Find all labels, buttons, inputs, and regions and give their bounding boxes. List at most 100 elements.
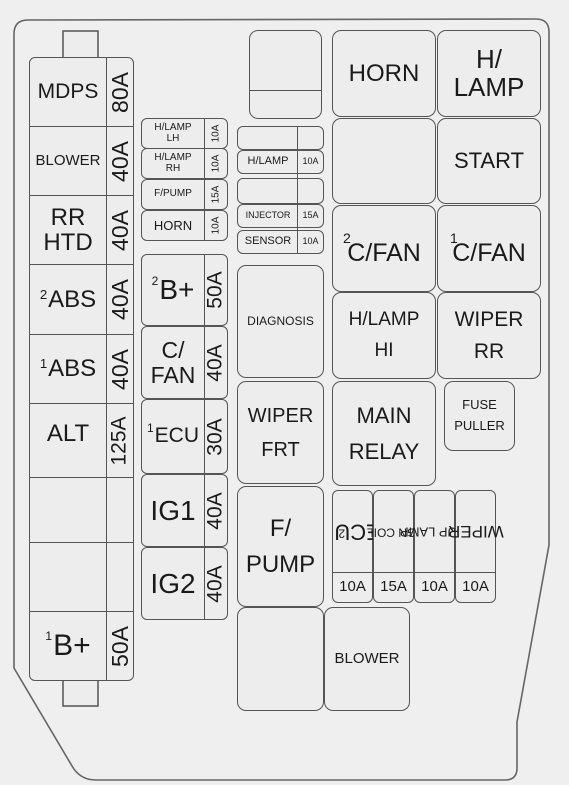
- fuse-label: INJECTOR: [245, 210, 291, 221]
- relay-label: WIPER RR: [454, 308, 524, 363]
- fuse-label: 1 ECU: [146, 420, 200, 448]
- relay-empty[interactable]: [332, 118, 436, 204]
- relay-label: MAIN RELAY: [348, 403, 420, 464]
- relay-wiper-frt[interactable]: WIPER FRT: [237, 381, 324, 484]
- mid-fuse[interactable]: 2 B+ 50A: [141, 254, 228, 326]
- mini-fuse[interactable]: INJECTOR 15A: [237, 204, 324, 228]
- mini-fuse[interactable]: HORN 10A: [141, 210, 228, 241]
- fuse-label: 2 ABS: [39, 285, 97, 313]
- fuse-rating: 10A: [210, 124, 222, 143]
- mid-fuse[interactable]: C/ FAN 40A: [141, 326, 228, 399]
- fuse-label: F/PUMP: [154, 188, 192, 200]
- relay-label: F/ PUMP: [245, 514, 316, 578]
- fuse-label: [238, 127, 298, 149]
- mini-fuse[interactable]: H/LAMP LH 10A: [141, 118, 228, 149]
- fuse-label: WIPER: [447, 522, 504, 542]
- relay-label: 1 C/FAN: [450, 230, 526, 267]
- top-tab: [62, 30, 99, 59]
- relay-c-fan-2[interactable]: 2 C/FAN: [332, 205, 436, 292]
- fuse-rating: 15A: [380, 578, 407, 596]
- relay-c-fan-1[interactable]: 1 C/FAN: [437, 205, 541, 292]
- fuse-rating: 30A: [204, 417, 227, 456]
- relay-wiper-rr[interactable]: WIPER RR: [437, 292, 541, 379]
- fuse-label: [238, 179, 298, 203]
- mini-fuse[interactable]: F/PUMP 15A: [141, 179, 228, 210]
- fuse-rating: 40A: [106, 279, 133, 320]
- fuse-label: C/ FAN: [150, 337, 196, 388]
- fuse-rating: 80A: [106, 72, 133, 113]
- mid-fuse[interactable]: IG1 40A: [141, 474, 228, 547]
- mini-fuse[interactable]: H/LAMP 10A: [237, 150, 324, 174]
- relay-label: HORN: [348, 59, 420, 87]
- fuse-label: HORN: [153, 217, 193, 233]
- relay-horn[interactable]: HORN: [332, 30, 436, 117]
- fuse-rating: 15A: [302, 210, 319, 221]
- fuse-label: H/LAMP RH: [154, 152, 192, 174]
- fuse-label: ALT: [46, 420, 90, 448]
- fuse-puller-label: FUSE PULLER: [454, 397, 505, 433]
- relay-f-pump[interactable]: F/ PUMP: [237, 486, 324, 607]
- fuse-rating: [298, 127, 323, 149]
- relay-label: DIAGNOSIS: [247, 314, 314, 329]
- fuse-label: MDPS: [37, 80, 99, 104]
- fuse-label: 1 B+: [45, 629, 91, 663]
- fuse-rating: 10A: [302, 236, 319, 247]
- relay-start[interactable]: START: [437, 118, 541, 204]
- mid-fuse[interactable]: 1 ECU 30A: [141, 399, 228, 474]
- fuse-rating: 10A: [210, 154, 222, 173]
- relay-label: H/LAMP HI: [348, 309, 420, 361]
- fuse-rating: 125A: [108, 415, 132, 466]
- bottom-fuse[interactable]: WIPER 10A: [447, 490, 504, 603]
- mini-fuse[interactable]: [237, 178, 324, 204]
- fuse-rating: 40A: [204, 564, 227, 603]
- fuse-rating: 10A: [302, 156, 319, 167]
- fuse-label: IG1: [150, 494, 196, 526]
- fuse-rating: 10A: [421, 578, 448, 596]
- fuse-label: H/LAMP LH: [154, 122, 192, 144]
- fuse-rating: 50A: [106, 625, 133, 667]
- relay-main-relay[interactable]: MAIN RELAY: [332, 381, 436, 486]
- fuse-label: 1 ABS: [39, 355, 97, 383]
- fuse-label: BLOWER: [35, 152, 101, 170]
- relay-label: WIPER FRT: [247, 404, 314, 461]
- mini-fuse[interactable]: H/LAMP RH 10A: [141, 148, 228, 179]
- center-mini-divider: [297, 126, 298, 254]
- relay-top-empty[interactable]: [249, 30, 322, 119]
- bottom-fuse[interactable]: B/UP LAMP 10A: [400, 490, 469, 603]
- bottom-tab: [62, 679, 99, 707]
- fuse-rating: [298, 179, 323, 203]
- fuse-rating: 10A: [339, 578, 366, 596]
- fuse-rating: 40A: [204, 343, 227, 382]
- fuse-rating: 40A: [106, 348, 133, 390]
- fuse-label: SENSOR: [244, 235, 292, 248]
- bottom-fuse[interactable]: IGN COIL 15A: [367, 490, 420, 603]
- relay-label: H/ LAMP: [453, 44, 525, 102]
- fuse-rating: 40A: [106, 140, 133, 182]
- relay-label: BLOWER: [334, 650, 400, 668]
- fuse-rating: 40A: [204, 491, 227, 530]
- mini-fuse[interactable]: SENSOR 10A: [237, 230, 324, 254]
- fuse-rating: 50A: [204, 271, 227, 309]
- fuse-label: IG2: [150, 567, 196, 599]
- relay-diagnosis[interactable]: DIAGNOSIS: [237, 265, 324, 378]
- fuse-spare-2[interactable]: [30, 543, 133, 611]
- relay-bottom-empty[interactable]: [237, 607, 324, 711]
- relay-label: 2 C/FAN: [343, 230, 421, 267]
- relay-h-lamp-hi[interactable]: H/LAMP HI: [332, 292, 436, 379]
- mid-fuse[interactable]: IG2 40A: [141, 547, 228, 620]
- fuse-label: H/LAMP: [247, 155, 289, 168]
- divider: [250, 90, 321, 91]
- fuse-rating: 10A: [210, 216, 222, 235]
- fuse-rating: 10A: [462, 578, 489, 596]
- relay-blower[interactable]: BLOWER: [324, 607, 410, 711]
- fuse-spare-1[interactable]: [30, 478, 133, 542]
- fuse-label: 2 B+: [151, 274, 195, 306]
- relay-label: START: [453, 148, 525, 174]
- mini-fuse[interactable]: [237, 126, 324, 150]
- fuse-rating: 40A: [106, 209, 133, 251]
- fuse-label: RR HTD: [43, 203, 93, 256]
- bottom-fuse[interactable]: 2 ECU 10A: [332, 490, 381, 603]
- fuse-rating: 15A: [210, 185, 222, 204]
- fuse-puller[interactable]: FUSE PULLER: [444, 381, 515, 451]
- relay-h-lamp[interactable]: H/ LAMP: [437, 30, 541, 117]
